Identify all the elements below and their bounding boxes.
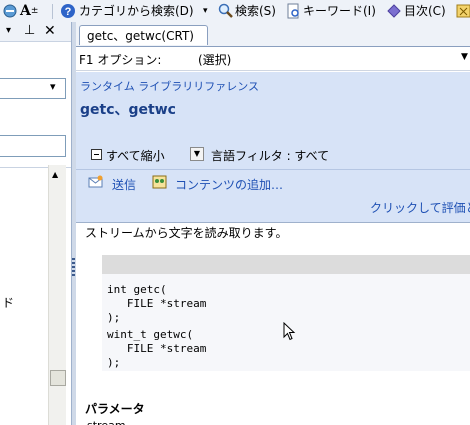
header-divider	[76, 169, 470, 170]
code-line: FILE *stream	[107, 297, 207, 310]
add-content-link[interactable]: コンテンツの追加…	[175, 176, 283, 193]
code-line: );	[107, 356, 121, 369]
svg-text:?: ?	[65, 6, 72, 18]
add-content-icon	[152, 175, 168, 189]
category-search-button[interactable]: カテゴリから検索(D)	[79, 3, 194, 19]
f1-options-value[interactable]: (選択)	[198, 51, 231, 68]
help-index-icon[interactable]	[2, 3, 18, 19]
tab-label: getc、getwc(CRT)	[87, 29, 194, 43]
breadcrumb[interactable]: ランタイム ライブラリリファレンス	[80, 78, 259, 94]
language-filter-label[interactable]: 言語フィルタ : すべて	[211, 147, 329, 164]
parameters-heading: パラメータ	[85, 402, 145, 416]
parameter-name-partial: stream	[87, 419, 126, 425]
send-icon	[88, 175, 104, 189]
search-icon	[218, 3, 234, 19]
category-dropdown-arrow[interactable]: ▾	[203, 3, 208, 19]
toolbar-separator	[52, 4, 53, 19]
chevron-down-icon[interactable]: ▾	[50, 80, 56, 93]
f1-options-bar: F1 オプション: (選択) ▼	[76, 48, 470, 71]
pin-icon[interactable]: ⊥	[24, 23, 35, 38]
toc-icon	[386, 3, 402, 19]
page-title: getc、getwc	[80, 102, 176, 118]
f1-options-label: F1 オプション:	[79, 53, 162, 67]
scroll-thumb[interactable]	[50, 370, 66, 386]
filter-dropdown[interactable]: ▾	[0, 78, 66, 99]
keyword-button[interactable]: キーワード(I)	[303, 3, 376, 19]
rate-topic-link[interactable]: クリックして評価とフ	[370, 199, 470, 216]
keyword-icon	[285, 3, 301, 19]
left-pane-scrollbar[interactable]: ▲	[48, 165, 66, 425]
toc-button[interactable]: 目次(C)	[404, 3, 446, 19]
collapse-all-button[interactable]: すべて縮小	[106, 147, 165, 164]
index-icon[interactable]	[456, 3, 470, 19]
pane-menu-arrow[interactable]: ▾	[6, 25, 11, 36]
topic-header: ランタイム ライブラリリファレンス getc、getwc すべて縮小 ▼ 言語フ…	[76, 72, 470, 222]
tab-getc[interactable]: getc、getwc(CRT)	[79, 25, 208, 45]
close-icon[interactable]: ✕	[44, 23, 56, 39]
language-filter-dropdown[interactable]: ▼	[190, 147, 204, 161]
collapse-all-icon[interactable]	[91, 149, 102, 160]
code-line: int getc(	[107, 283, 167, 296]
send-feedback-link[interactable]: 送信	[112, 176, 136, 193]
splitter-grip[interactable]	[72, 258, 75, 276]
code-line: FILE *stream	[107, 342, 207, 355]
toolbar: A± ? カテゴリから検索(D) ▾ 検索(S) キーワード(I) 目次(C)	[0, 0, 470, 23]
search-text-field[interactable]	[0, 135, 66, 157]
tree-item-partial[interactable]: ド	[2, 294, 14, 311]
topic-description: ストリームから文字を読み取ります。	[85, 226, 288, 240]
header-bottom-border	[76, 222, 470, 223]
search-button[interactable]: 検索(S)	[235, 3, 276, 19]
font-size-button[interactable]: A±	[20, 3, 38, 19]
help-question-icon: ?	[60, 3, 76, 19]
left-pane-titlebar: ▾ ⊥ ✕	[0, 22, 71, 42]
code-block-header	[102, 255, 470, 274]
code-line: );	[107, 311, 121, 324]
code-line: wint_t getwc(	[107, 328, 194, 341]
mouse-cursor-icon	[283, 321, 297, 342]
f1-dropdown-arrow[interactable]: ▼	[461, 52, 468, 62]
scroll-up-arrow[interactable]: ▲	[52, 170, 58, 179]
